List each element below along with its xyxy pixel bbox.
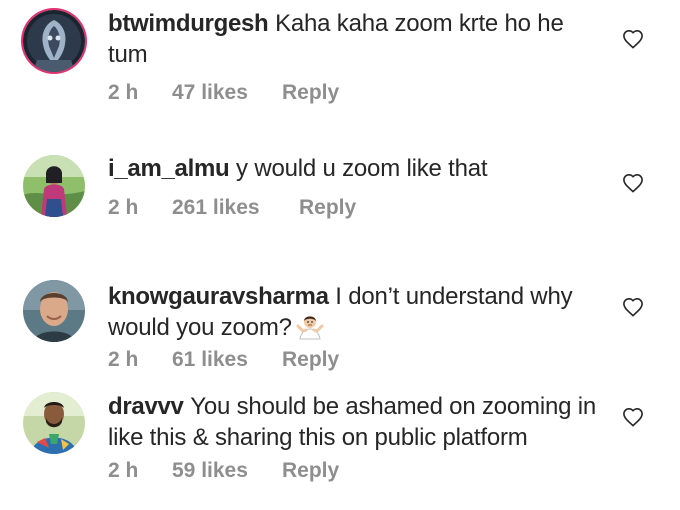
avatar-image [23,392,85,454]
comment-text: i_am_almu y would u zoom like that [108,153,608,184]
avatar-image [23,10,85,72]
comment-text: dravvv You should be ashamed on zooming … [108,391,608,453]
comment-likes[interactable]: 61 likes [172,348,248,372]
comment-item: i_am_almu y would u zoom like that 2 h 2… [0,120,680,245]
avatar-image [23,155,85,217]
comment-text: knowgauravsharma I don’t understand why … [108,281,608,348]
comment-text: btwimdurgesh Kaha kaha zoom krte ho he t… [108,8,608,70]
avatar[interactable] [23,10,85,72]
comment-username[interactable]: knowgauravsharma [108,283,329,310]
heart-outline-icon[interactable] [622,29,644,49]
heart-outline-icon[interactable] [622,297,644,317]
avatar[interactable] [23,155,85,217]
comment-timestamp: 2 h [108,196,139,219]
avatar[interactable] [23,392,85,454]
comment-username[interactable]: i_am_almu [108,155,230,182]
avatar-image [23,280,85,342]
comment-username[interactable]: dravvv [108,393,184,420]
heart-outline-icon[interactable] [622,173,644,193]
comment-item: btwimdurgesh Kaha kaha zoom krte ho he t… [0,0,680,120]
comment-likes[interactable]: 261 likes [172,196,260,220]
reply-button[interactable]: Reply [282,459,339,483]
comment-timestamp: 2 h [108,81,139,104]
comment-item: dravvv You should be ashamed on zooming … [0,385,680,510]
comment-item: knowgauravsharma I don’t understand why … [0,245,680,385]
avatar[interactable] [23,280,85,342]
comment-body: y would u zoom like that [236,155,488,182]
heart-outline-icon[interactable] [622,407,644,427]
reply-button[interactable]: Reply [299,196,356,220]
reply-button[interactable]: Reply [282,348,339,372]
comment-timestamp: 2 h [108,459,139,482]
comment-likes[interactable]: 59 likes [172,459,248,483]
comment-likes[interactable]: 47 likes [172,81,248,105]
comment-username[interactable]: btwimdurgesh [108,10,269,37]
comment-timestamp: 2 h [108,348,139,371]
reply-button[interactable]: Reply [282,81,339,105]
person-shrugging-icon [296,312,324,348]
